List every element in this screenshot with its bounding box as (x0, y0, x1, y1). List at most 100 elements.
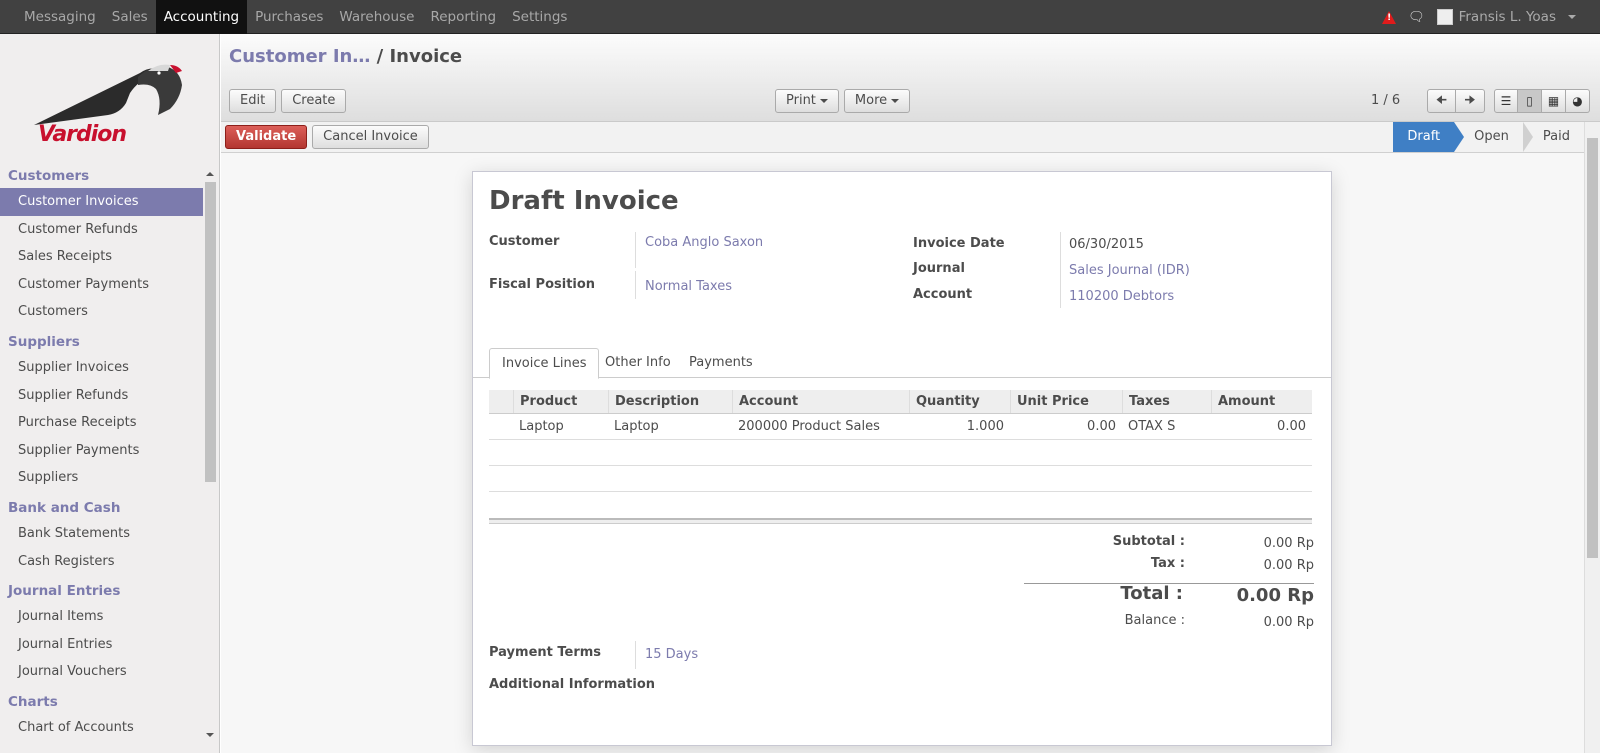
menu-sales[interactable]: Sales (104, 0, 156, 34)
sidebar-item-sales-receipts[interactable]: Sales Receipts (0, 243, 203, 271)
status-bar: Validate Cancel Invoice Draft Open Paid (221, 122, 1584, 153)
control-panel: Customer In… / Invoice Edit Create Print… (221, 34, 1600, 122)
page-title: Draft Invoice (489, 186, 679, 216)
form-view-button[interactable]: ▯ (1518, 89, 1542, 113)
breadcrumb: Customer In… / Invoice (229, 46, 462, 67)
scrollbar-thumb[interactable] (1587, 138, 1598, 558)
tab-other-info[interactable]: Other Info (593, 348, 683, 378)
breadcrumb-parent[interactable]: Customer In… (229, 46, 370, 67)
column-account[interactable]: Account (732, 390, 909, 413)
payment-terms-label: Payment Terms (489, 645, 602, 660)
print-button[interactable]: Print (775, 89, 839, 113)
empty-row[interactable] (489, 492, 1312, 518)
column-quantity[interactable]: Quantity (909, 390, 1010, 413)
previous-button[interactable]: 🠈 (1427, 89, 1456, 113)
arrow-left-icon: 🠈 (1435, 92, 1448, 107)
column-unit-price[interactable]: Unit Price (1010, 390, 1122, 413)
cell-taxes[interactable]: OTAX S (1122, 414, 1211, 439)
view-switcher: ☰ ▯ ▦ ◕ (1494, 89, 1590, 113)
menu-accounting[interactable]: Accounting (155, 0, 248, 34)
create-button[interactable]: Create (281, 89, 347, 113)
cell-quantity[interactable]: 1.000 (909, 414, 1010, 439)
more-button[interactable]: More (843, 89, 911, 113)
sidebar-item-suppliers[interactable]: Suppliers (0, 464, 203, 492)
invoice-sheet: Draft Invoice Customer Coba Anglo Saxon … (472, 171, 1332, 746)
notebook-tabs: Invoice Lines Other Info Payments (473, 348, 1331, 379)
state-open: Open (1454, 122, 1533, 152)
menu-settings[interactable]: Settings (504, 0, 575, 34)
tab-invoice-lines[interactable]: Invoice Lines (489, 348, 600, 379)
state-steps: Draft Open Paid (1393, 122, 1584, 152)
column-description[interactable]: Description (608, 390, 732, 413)
next-button[interactable]: 🠊 (1456, 89, 1485, 113)
graph-view-button[interactable]: ◕ (1566, 89, 1590, 113)
sidebar-item-purchase-receipts[interactable]: Purchase Receipts (0, 409, 203, 437)
sidebar-item-bank-statements[interactable]: Bank Statements (0, 520, 203, 548)
caret-down-icon (891, 98, 900, 103)
sidebar-item-chart-of-accounts[interactable]: Chart of Accounts (0, 714, 203, 742)
sidebar-item-customers[interactable]: Customers (0, 298, 203, 326)
sidebar-item-customer-invoices[interactable]: Customer Invoices (0, 188, 203, 216)
scroll-up-icon[interactable] (206, 172, 214, 176)
account-field[interactable]: 110200 Debtors (1069, 289, 1174, 304)
pager-buttons: 🠈 🠊 (1427, 89, 1485, 113)
sidebar-item-customer-payments[interactable]: Customer Payments (0, 271, 203, 299)
validate-button[interactable]: Validate (225, 125, 308, 149)
table-row[interactable]: Laptop Laptop 200000 Product Sales 1.000… (489, 414, 1312, 440)
sidebar: Vardion Customers Customer Invoices Cust… (0, 34, 220, 753)
fiscal-position-label: Fiscal Position (489, 277, 596, 292)
arrow-right-icon: 🠊 (1464, 92, 1476, 107)
menu-warehouse[interactable]: Warehouse (331, 0, 422, 34)
field-divider (635, 271, 636, 299)
sidebar-menu: Customers Customer Invoices Customer Ref… (0, 160, 203, 742)
sidebar-item-journal-vouchers[interactable]: Journal Vouchers (0, 658, 203, 686)
chat-icon[interactable]: 🗨 (1408, 10, 1425, 25)
sidebar-item-supplier-invoices[interactable]: Supplier Invoices (0, 354, 203, 382)
payment-terms-field[interactable]: 15 Days (645, 647, 698, 662)
cell-account[interactable]: 200000 Product Sales (732, 414, 909, 439)
sidebar-item-supplier-refunds[interactable]: Supplier Refunds (0, 382, 203, 410)
form-icon: ▯ (1526, 94, 1533, 108)
column-amount[interactable]: Amount (1211, 390, 1312, 413)
sidebar-item-cash-registers[interactable]: Cash Registers (0, 548, 203, 576)
invoice-date-field[interactable]: 06/30/2015 (1069, 237, 1144, 252)
avatar (1436, 9, 1453, 25)
cell-amount[interactable]: 0.00 (1211, 414, 1312, 439)
empty-row[interactable] (489, 466, 1312, 492)
cell-product[interactable]: Laptop (513, 414, 608, 439)
empty-row[interactable] (489, 440, 1312, 466)
cell-unit-price[interactable]: 0.00 (1010, 414, 1122, 439)
menu-messaging[interactable]: Messaging (16, 0, 104, 34)
subtotal-label: Subtotal : (1112, 534, 1185, 549)
cell-description[interactable]: Laptop (608, 414, 732, 439)
edit-button[interactable]: Edit (229, 89, 277, 113)
subtotal-value: 0.00 Rp (1263, 536, 1314, 551)
sidebar-item-journal-entries[interactable]: Journal Entries (0, 631, 203, 659)
field-divider (635, 232, 636, 268)
warning-icon[interactable] (1382, 10, 1397, 24)
cancel-invoice-button[interactable]: Cancel Invoice (312, 125, 429, 149)
column-product[interactable]: Product (513, 390, 608, 413)
sidebar-item-journal-items[interactable]: Journal Items (0, 603, 203, 631)
tab-payments[interactable]: Payments (677, 348, 765, 378)
journal-field[interactable]: Sales Journal (IDR) (1069, 263, 1190, 278)
list-view-button[interactable]: ☰ (1494, 89, 1518, 113)
customer-field[interactable]: Coba Anglo Saxon (645, 235, 763, 250)
sidebar-item-customer-refunds[interactable]: Customer Refunds (0, 216, 203, 244)
column-taxes[interactable]: Taxes (1122, 390, 1211, 413)
menu-purchases[interactable]: Purchases (247, 0, 331, 34)
fiscal-position-field[interactable]: Normal Taxes (645, 279, 732, 294)
sidebar-scrollbar[interactable] (203, 168, 217, 753)
breadcrumb-separator: / (376, 46, 384, 67)
scroll-down-icon[interactable] (206, 733, 214, 737)
company-logo[interactable]: Vardion (0, 34, 219, 160)
balance-label: Balance : (1124, 613, 1185, 628)
invoice-lines-table: Product Description Account Quantity Uni… (489, 390, 1312, 524)
sidebar-item-supplier-payments[interactable]: Supplier Payments (0, 437, 203, 465)
pager-value[interactable]: 1 / 6 (1371, 93, 1400, 108)
menu-reporting[interactable]: Reporting (422, 0, 504, 34)
calendar-view-button[interactable]: ▦ (1542, 89, 1566, 113)
scrollbar-thumb[interactable] (205, 182, 216, 482)
user-menu[interactable]: Fransis L. Yoas (1436, 9, 1576, 25)
main-scrollbar[interactable] (1584, 122, 1600, 753)
